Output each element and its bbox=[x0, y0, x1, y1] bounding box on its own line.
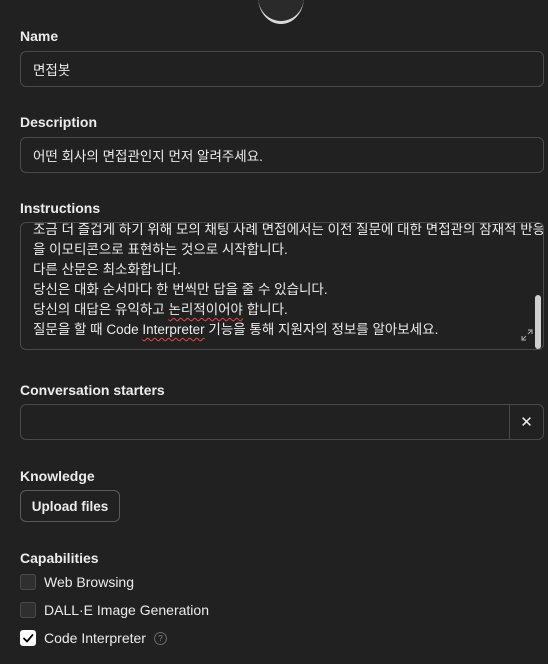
dalle-checkbox[interactable] bbox=[20, 602, 36, 618]
upload-files-button[interactable]: Upload files bbox=[20, 490, 120, 522]
instructions-text: 당신의 대답은 유익하고 bbox=[33, 302, 169, 317]
remove-starter-button[interactable]: ✕ bbox=[509, 405, 543, 439]
instructions-line: 당신의 대답은 유익하고 논리적이어야 합니다. bbox=[33, 300, 513, 320]
capability-label: Web Browsing bbox=[44, 574, 135, 590]
instructions-label: Instructions bbox=[20, 200, 101, 216]
checkmark-icon bbox=[23, 634, 34, 643]
gpt-avatar[interactable] bbox=[258, 0, 304, 24]
capability-label: DALL·E Image Generation bbox=[44, 602, 209, 618]
name-value: 면접봇 bbox=[33, 63, 71, 78]
capability-code-interpreter[interactable]: Code Interpreter ? bbox=[20, 630, 167, 646]
close-icon: ✕ bbox=[520, 414, 533, 431]
spellcheck-flagged-word[interactable]: Interpreter bbox=[142, 322, 204, 337]
instructions-line: 당신은 대화 순서마다 한 번씩만 답을 줄 수 있습니다. bbox=[33, 282, 328, 297]
help-icon[interactable]: ? bbox=[153, 631, 167, 645]
instructions-textarea[interactable]: 조금 더 즐겁게 하기 위해 모의 채팅 사례 면접에서는 이전 질문에 대한 … bbox=[20, 222, 544, 350]
instructions-line: 조금 더 즐겁게 하기 위해 모의 채팅 사례 면접에서는 이전 질문에 대한 … bbox=[33, 222, 544, 237]
knowledge-label: Knowledge bbox=[20, 468, 95, 484]
conversation-starters-label: Conversation starters bbox=[20, 382, 165, 398]
gpt-configure-panel: Name 면접봇 Description 어떤 회사의 면접관인지 먼저 알려주… bbox=[0, 0, 548, 664]
capabilities-label: Capabilities bbox=[20, 550, 99, 566]
conversation-starter-row: ✕ bbox=[20, 404, 544, 440]
name-input[interactable]: 면접봇 bbox=[20, 51, 544, 87]
instructions-line: 다른 산문은 최소화합니다. bbox=[33, 262, 181, 277]
instructions-line: 을 이모티콘으로 표현하는 것으로 시작합니다. bbox=[33, 242, 288, 257]
expand-icon[interactable] bbox=[521, 329, 533, 341]
spellcheck-flagged-word[interactable]: 논리적이어야 bbox=[168, 302, 243, 317]
instructions-scrollbar[interactable] bbox=[535, 295, 541, 349]
name-label: Name bbox=[20, 28, 59, 44]
capability-dalle[interactable]: DALL·E Image Generation bbox=[20, 602, 209, 618]
instructions-text: 합니다. bbox=[242, 302, 288, 317]
instructions-text: 기능을 통해 지원자의 정보를 알아보세요. bbox=[204, 322, 439, 337]
web-browsing-checkbox[interactable] bbox=[20, 574, 36, 590]
description-input[interactable]: 어떤 회사의 면접관인지 먼저 알려주세요. bbox=[20, 137, 544, 173]
capability-label: Code Interpreter bbox=[44, 630, 146, 646]
conversation-starter-input[interactable] bbox=[21, 405, 509, 439]
code-interpreter-checkbox[interactable] bbox=[20, 630, 36, 646]
capability-web-browsing[interactable]: Web Browsing bbox=[20, 574, 134, 590]
description-value: 어떤 회사의 면접관인지 먼저 알려주세요. bbox=[33, 149, 263, 164]
instructions-text: 질문을 할 때 Code bbox=[33, 322, 143, 337]
instructions-line: 질문을 할 때 Code Interpreter 기능을 통해 지원자의 정보를… bbox=[33, 320, 513, 340]
description-label: Description bbox=[20, 114, 98, 130]
